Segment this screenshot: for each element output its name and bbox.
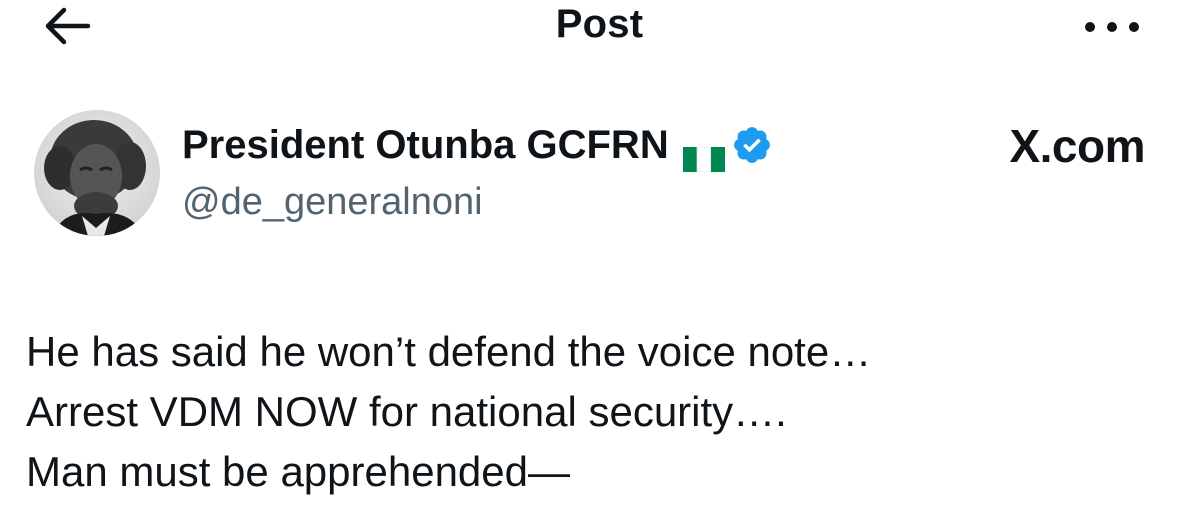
source-watermark: X.com (1009, 120, 1145, 172)
post-text-line: He has said he won’t defend the voice no… (26, 328, 872, 375)
more-options-button[interactable] (1082, 14, 1142, 40)
more-horizontal-icon (1085, 22, 1139, 32)
page-title: Post (555, 2, 644, 46)
post-text: He has said he won’t defend the voice no… (26, 322, 1176, 502)
post-text-line: Man must be apprehended— (26, 448, 571, 495)
author-display-name: President Otunba GCFRN (182, 123, 669, 167)
verified-badge-icon (731, 124, 773, 166)
author-avatar[interactable] (34, 110, 160, 236)
top-bar: Post (0, 0, 1199, 60)
author-handle[interactable]: @de_generalnoni (182, 178, 483, 226)
author-name[interactable]: President Otunba GCFRN (182, 120, 773, 172)
avatar-portrait (34, 110, 160, 236)
nigeria-flag-icon (682, 134, 725, 172)
post-text-line: Arrest VDM NOW for national security…. (26, 388, 787, 435)
